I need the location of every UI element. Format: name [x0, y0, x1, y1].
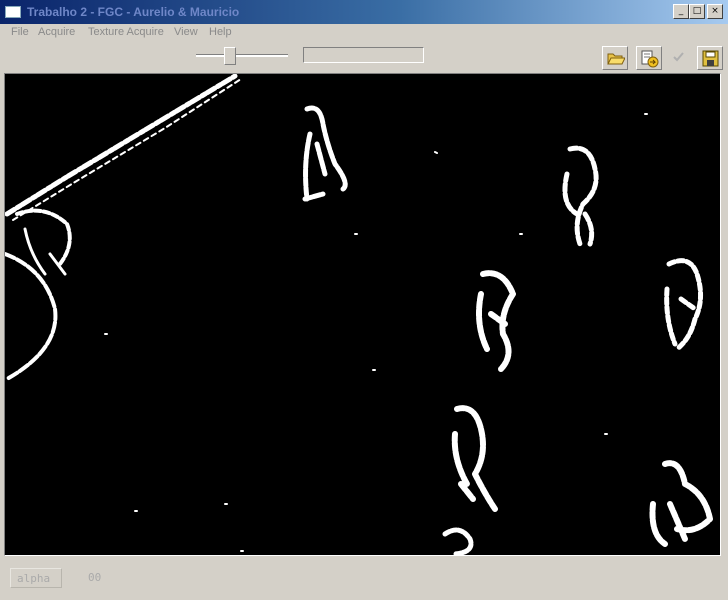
app-icon [5, 6, 21, 18]
title-bar[interactable]: Trabalho 2 - FGC - Aurelio & Mauricio _ … [0, 0, 728, 24]
alpha-slider-track[interactable] [196, 54, 288, 57]
minimize-button[interactable]: _ [673, 4, 689, 19]
check-button[interactable] [666, 46, 692, 70]
open-button[interactable] [602, 46, 628, 70]
save-button[interactable] [697, 46, 723, 70]
window-title: Trabalho 2 - FGC - Aurelio & Mauricio [27, 5, 240, 19]
check-icon [673, 52, 684, 62]
alpha-slider-thumb[interactable] [224, 47, 236, 65]
menu-help[interactable]: Help [209, 26, 232, 38]
menu-texture-acquire[interactable]: Texture Acquire [88, 26, 164, 38]
menu-bar: File Acquire Texture Acquire View Help [0, 24, 728, 42]
menu-view[interactable]: View [174, 26, 198, 38]
edge-detected-image [5, 74, 713, 555]
open-folder-icon [607, 53, 625, 65]
image-canvas[interactable] [4, 73, 721, 556]
alpha-value: 00 [88, 571, 102, 584]
menu-acquire[interactable]: Acquire [38, 26, 75, 38]
export-icon [641, 50, 659, 68]
progress-bar [303, 47, 424, 63]
alpha-label: alpha [10, 568, 62, 588]
maximize-button[interactable]: □ [689, 4, 705, 19]
close-button[interactable]: × [707, 4, 723, 19]
export-button[interactable] [636, 46, 662, 70]
menu-file[interactable]: File [11, 26, 29, 38]
save-icon [702, 50, 719, 67]
